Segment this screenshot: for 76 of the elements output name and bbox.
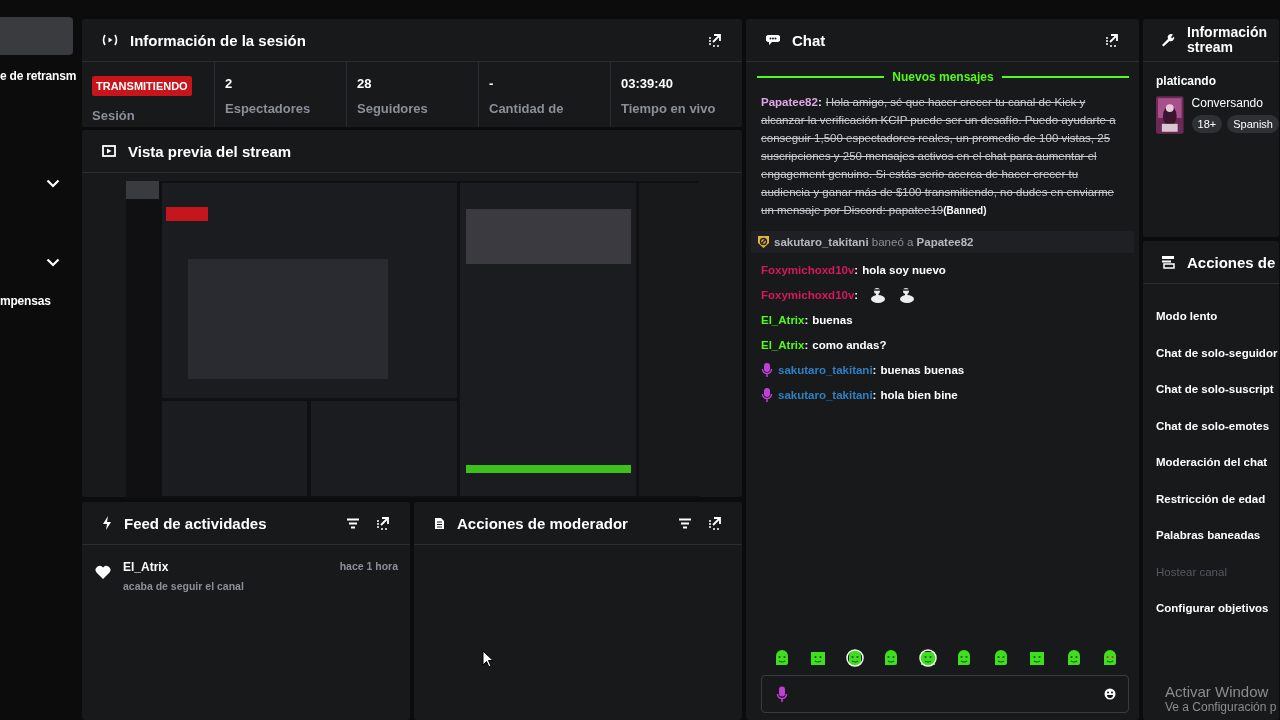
emote-icon[interactable] (918, 649, 937, 667)
emote-icon[interactable] (845, 649, 864, 667)
stream-title: platicando (1156, 74, 1217, 88)
channel-action[interactable]: Configurar objetivos (1156, 601, 1279, 616)
broadcast-icon (102, 34, 118, 46)
chat-message: El_Atrix: buenas (761, 313, 853, 328)
chevron-down-icon[interactable] (46, 258, 60, 267)
lightning-icon (102, 516, 112, 530)
chevron-down-icon[interactable] (46, 179, 60, 188)
wrench-icon (1161, 33, 1175, 47)
channel-action[interactable]: Restricción de edad (1156, 491, 1279, 506)
tag[interactable]: Spanish (1227, 115, 1279, 133)
popout-icon[interactable] (708, 516, 722, 530)
list-icon (1161, 255, 1175, 269)
channel-action[interactable]: Chat de solo-suscript (1156, 382, 1279, 397)
filter-icon[interactable] (346, 517, 360, 529)
stat-label: Cantidad de (489, 101, 565, 116)
panel-title: stream (1187, 40, 1234, 55)
chat-message: sakutaro_takitani: buenas buenas (778, 363, 965, 378)
channel-action[interactable]: Chat de solo-emotes (1156, 418, 1279, 433)
channel-action[interactable]: Modo lento (1156, 309, 1279, 324)
feed-time: hace 1 hora (339, 560, 398, 574)
heart-icon (95, 565, 111, 579)
panel-title: Información (1187, 25, 1268, 40)
goose-emote-icon (898, 286, 917, 304)
popout-icon[interactable] (708, 33, 722, 47)
stat-value: - (489, 76, 495, 91)
stat-label: Seguidores (357, 101, 429, 116)
chat-message: Foxymichoxd10v: hola soy nuevo (761, 263, 946, 278)
activation-hint: Ve a Configuración p (1165, 700, 1277, 714)
emote-icon[interactable] (1028, 649, 1047, 667)
panel-title: Información de la sesión (130, 31, 306, 49)
microphone-icon[interactable] (776, 685, 788, 703)
activation-notice: Activar Window (1165, 683, 1270, 700)
chat-input-field[interactable] (761, 675, 1129, 713)
microphone-badge-icon (761, 387, 773, 403)
stat-label: Sesión (92, 108, 136, 123)
sidebar-item[interactable]: e de retransm (0, 69, 77, 83)
chat-bubble-icon (766, 34, 780, 46)
stat-value: 2 (225, 76, 234, 91)
panel-title: Vista previa del stream (128, 142, 292, 160)
panel-title: Feed de actividades (124, 514, 267, 532)
microphone-badge-icon (761, 362, 773, 378)
feed-username[interactable]: El_Atrix (123, 560, 169, 574)
sidebar-item[interactable]: mpensas (0, 294, 51, 308)
stat-value: 03:39:40 (621, 76, 675, 91)
emote-icon[interactable] (773, 649, 791, 667)
chat-username: Foxymichoxd10v: (761, 288, 859, 303)
document-icon (434, 516, 445, 530)
stat-label: Tiempo en vivo (621, 101, 717, 116)
chat-message: Papatee82: Hola amigo, sé que hacer crecer tu canal de Kick y alcanzar la verificación KCIP puede ser un desafío. Puedo ayudarte a conseguir 1,500 espectadores reales, un promedio de 100 vistas, 25 suscripciones y 250 mensajes activos en el chat para aumentar el engagement genuino. Si estás serio acerca de hacer crecer tu audiencia y ganar más de $100 transmitiendo, no dudes en enviarme un mensaje por Discord: papatee19(Banned) (761, 95, 1117, 218)
smiley-icon[interactable] (1104, 688, 1116, 700)
panel-title: Acciones de moderador (457, 514, 628, 532)
channel-action[interactable]: Palabras baneadas (1156, 528, 1279, 543)
live-badge: TRANSMITIENDO (92, 76, 192, 96)
filter-icon[interactable] (678, 517, 692, 529)
popout-icon[interactable] (376, 516, 390, 530)
film-icon (102, 145, 116, 157)
tag[interactable]: 18+ (1191, 115, 1223, 133)
chat-message: sakutaro_takitani: hola bien bine (778, 388, 958, 403)
feed-description: acaba de seguir el canal (123, 580, 245, 592)
goose-emote-icon (869, 286, 888, 304)
ban-text: sakutaro_takitani baneó a Papatee82 (774, 236, 974, 248)
emote-icon[interactable] (809, 649, 828, 667)
chat-message: El_Atrix: como andas? (761, 338, 887, 353)
popout-icon[interactable] (1105, 33, 1119, 47)
channel-action[interactable]: Moderación del chat (1156, 455, 1279, 470)
panel-title: Chat (792, 31, 826, 49)
stream-category[interactable]: Conversando (1191, 96, 1279, 110)
shield-icon (757, 235, 770, 249)
stat-value: 28 (357, 76, 373, 91)
mouse-cursor-icon (482, 650, 494, 668)
stat-label: Espectadores (225, 101, 312, 116)
channel-action[interactable]: Chat de solo-seguidor (1156, 345, 1279, 360)
new-messages-divider: Nuevos mensajes (892, 70, 994, 84)
panel-title: Acciones de (1187, 253, 1276, 271)
